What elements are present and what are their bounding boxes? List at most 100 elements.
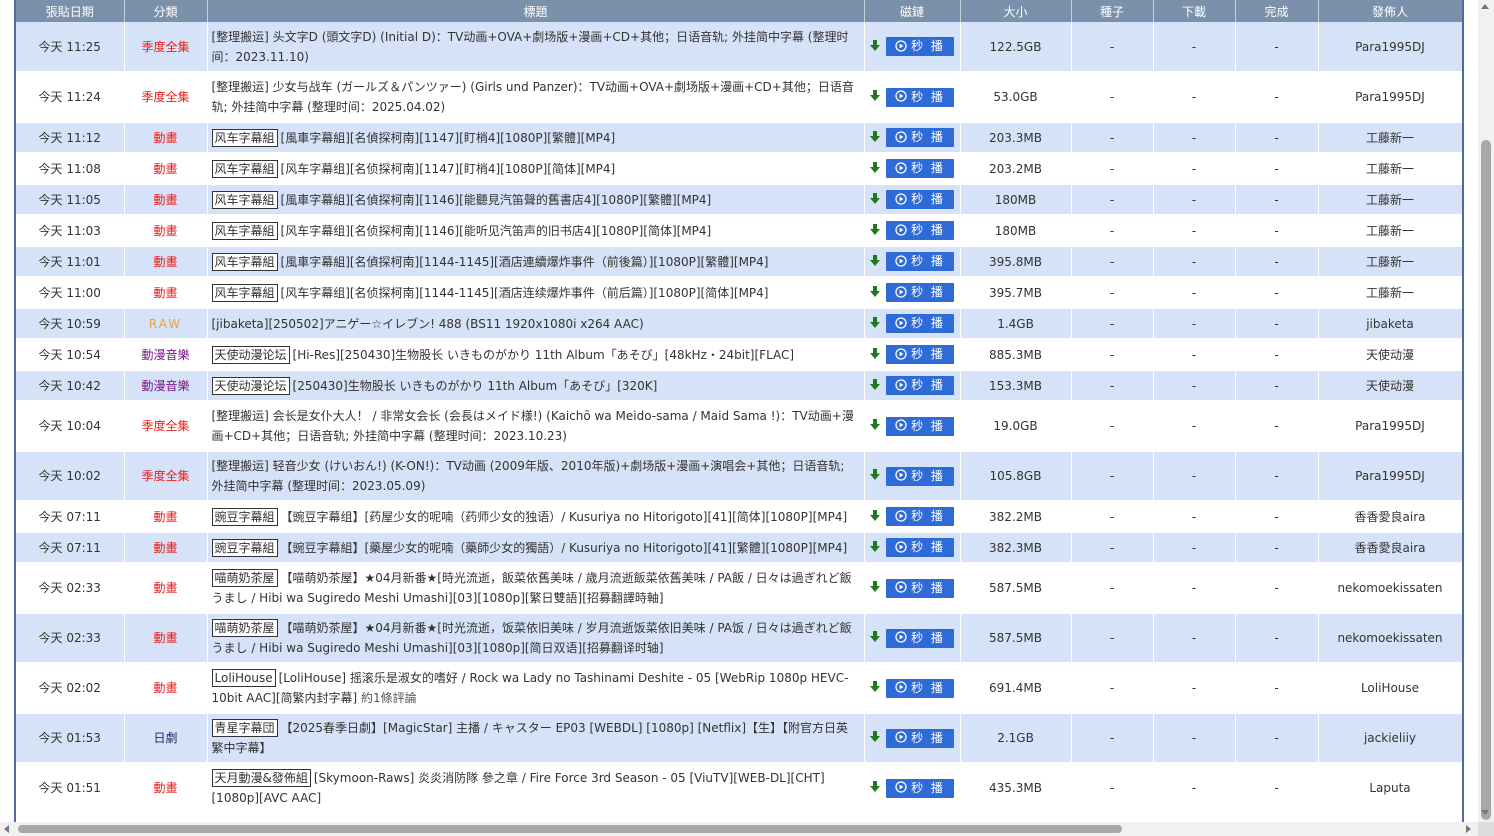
publisher-link[interactable]: 工藤新一 — [1318, 215, 1463, 247]
publisher-link[interactable]: jackieliiy — [1318, 713, 1463, 764]
instant-play-button[interactable]: 秒 播 — [886, 538, 954, 558]
download-arrow-icon[interactable] — [870, 37, 880, 57]
publisher-link[interactable]: nekomoekissaten — [1318, 613, 1463, 664]
publisher-link[interactable]: 天使动漫 — [1318, 370, 1463, 402]
instant-play-button[interactable]: 秒 播 — [886, 628, 954, 648]
title-link[interactable]: [Hi-Res][250430]生物股长 いきものがかり 11th Album「… — [293, 348, 795, 362]
category-link[interactable]: 動畫 — [124, 532, 208, 564]
category-link[interactable]: RAW — [124, 308, 208, 340]
publisher-link[interactable]: 天使动漫 — [1318, 339, 1463, 371]
team-tag[interactable]: 豌豆字幕組 — [211, 507, 278, 526]
download-arrow-icon[interactable] — [870, 159, 880, 179]
title-link[interactable]: [整理搬运] 少女与战车 (ガールズ＆パンツァー) (Girls und Pan… — [212, 80, 854, 114]
download-arrow-icon[interactable] — [870, 376, 880, 396]
scroll-down-arrow-icon[interactable] — [1481, 810, 1489, 815]
category-link[interactable]: 動畫 — [124, 215, 208, 247]
title-link[interactable]: [整理搬运] 头文字D (頭文字D) (Initial D)：TV动画+OVA+… — [212, 30, 849, 64]
category-link[interactable]: 動畫 — [124, 501, 208, 533]
instant-play-button[interactable]: 秒 播 — [886, 283, 954, 303]
team-tag[interactable]: 天使动漫论坛 — [211, 376, 290, 395]
team-tag[interactable]: 喵萌奶茶屋 — [211, 619, 278, 637]
download-arrow-icon[interactable] — [870, 466, 880, 486]
publisher-link[interactable]: Para1995DJ — [1318, 22, 1463, 73]
col-header-size[interactable]: 大小 — [960, 0, 1072, 22]
team-tag[interactable]: 风车字幕組 — [211, 128, 278, 147]
team-tag[interactable]: 豌豆字幕組 — [211, 538, 278, 557]
horizontal-scroll-thumb[interactable] — [18, 825, 1122, 833]
instant-play-button[interactable]: 秒 播 — [886, 466, 954, 486]
publisher-link[interactable]: 工藤新一 — [1318, 184, 1463, 216]
col-header-category[interactable]: 分類 — [124, 0, 208, 22]
instant-play-button[interactable]: 秒 播 — [886, 728, 954, 748]
col-header-title[interactable]: 標題 — [207, 0, 865, 22]
title-link[interactable]: [jibaketa][250502]アニゲー☆イレブン! 488 (BS11 1… — [212, 317, 644, 331]
category-link[interactable]: 動畫 — [124, 122, 208, 154]
publisher-link[interactable]: nekomoekissaten — [1318, 563, 1463, 614]
download-arrow-icon[interactable] — [870, 416, 880, 436]
title-link[interactable]: [整理搬运] 轻音少女 (けいおん!) (K-ON!)：TV动画 (2009年版… — [212, 459, 845, 493]
team-tag[interactable]: 天使动漫论坛 — [211, 345, 290, 364]
publisher-link[interactable]: Laputa — [1318, 763, 1463, 814]
comment-count[interactable]: 約1條評論 — [361, 691, 417, 705]
team-tag[interactable]: 风车字幕組 — [211, 159, 278, 178]
title-link[interactable]: [风车字幕组][名侦探柯南][1144-1145][酒店连续爆炸事件（前后篇）]… — [281, 286, 769, 300]
team-tag[interactable]: LoliHouse — [211, 669, 276, 687]
publisher-link[interactable]: 香香愛良aira — [1318, 532, 1463, 564]
scroll-left-arrow-icon[interactable] — [4, 825, 9, 833]
title-link[interactable]: [風車字幕組][名偵探柯南][1146][能聽見汽笛聲的舊書店4][1080P]… — [281, 193, 712, 207]
category-link[interactable]: 日劇 — [124, 713, 208, 764]
instant-play-button[interactable]: 秒 播 — [886, 678, 954, 698]
title-link[interactable]: [整理搬运] 会长是女仆大人！ / 非常女会长 (会長はメイド様!) (Kaic… — [212, 409, 854, 443]
category-link[interactable]: 季度全集 — [124, 401, 208, 452]
col-header-completed[interactable]: 完成 — [1235, 0, 1319, 22]
title-link[interactable]: 【喵萌奶茶屋】★04月新番★[时光流逝，饭菜依旧美味 / 岁月流逝饭菜依旧美味 … — [212, 621, 852, 655]
publisher-link[interactable]: 工藤新一 — [1318, 277, 1463, 309]
category-link[interactable]: 動畫 — [124, 613, 208, 664]
title-link[interactable]: [LoliHouse] 摇滚乐是淑女的嗜好 / Rock wa Lady no … — [212, 671, 849, 705]
col-header-downloads[interactable]: 下載 — [1153, 0, 1236, 22]
title-link[interactable]: 【豌豆字幕組】[藥屋少女的呢喃（藥師少女的獨語）/ Kusuriya no Hi… — [281, 541, 848, 555]
instant-play-button[interactable]: 秒 播 — [886, 778, 954, 798]
publisher-link[interactable]: LoliHouse — [1318, 663, 1463, 714]
download-arrow-icon[interactable] — [870, 578, 880, 598]
download-arrow-icon[interactable] — [870, 728, 880, 748]
title-link[interactable]: [250430]生物股长 いきものがかり 11th Album「あそび」[320… — [293, 379, 658, 393]
category-link[interactable]: 季度全集 — [124, 72, 208, 123]
title-link[interactable]: 【豌豆字幕组】[药屋少女的呢喃（药师少女的独语）/ Kusuriya no Hi… — [281, 510, 848, 524]
download-arrow-icon[interactable] — [870, 128, 880, 148]
download-arrow-icon[interactable] — [870, 345, 880, 365]
publisher-link[interactable]: jibaketa — [1318, 308, 1463, 340]
instant-play-button[interactable]: 秒 播 — [886, 416, 954, 436]
instant-play-button[interactable]: 秒 播 — [886, 252, 954, 272]
download-arrow-icon[interactable] — [870, 778, 880, 798]
vertical-scroll-thumb[interactable] — [1481, 140, 1491, 820]
instant-play-button[interactable]: 秒 播 — [886, 507, 954, 527]
team-tag[interactable]: 青星字幕団 — [211, 719, 278, 737]
download-arrow-icon[interactable] — [870, 87, 880, 107]
team-tag[interactable]: 风车字幕組 — [211, 190, 278, 209]
instant-play-button[interactable]: 秒 播 — [886, 128, 954, 148]
download-arrow-icon[interactable] — [870, 190, 880, 210]
team-tag[interactable]: 喵萌奶茶屋 — [211, 569, 278, 587]
publisher-link[interactable]: 香香愛良aira — [1318, 501, 1463, 533]
instant-play-button[interactable]: 秒 播 — [886, 190, 954, 210]
publisher-link[interactable]: Para1995DJ — [1318, 72, 1463, 123]
category-link[interactable]: 動畫 — [124, 763, 208, 814]
instant-play-button[interactable]: 秒 播 — [886, 376, 954, 396]
category-link[interactable]: 動畫 — [124, 563, 208, 614]
col-header-date[interactable]: 張貼日期 — [16, 0, 125, 22]
instant-play-button[interactable]: 秒 播 — [886, 221, 954, 241]
scroll-up-arrow-icon[interactable] — [1481, 4, 1489, 9]
category-link[interactable]: 動畫 — [124, 184, 208, 216]
category-link[interactable]: 動畫 — [124, 153, 208, 185]
publisher-link[interactable]: 工藤新一 — [1318, 153, 1463, 185]
instant-play-button[interactable]: 秒 播 — [886, 345, 954, 365]
team-tag[interactable]: 风车字幕組 — [211, 283, 278, 302]
publisher-link[interactable]: 工藤新一 — [1318, 122, 1463, 154]
category-link[interactable]: 動漫音樂 — [124, 339, 208, 371]
category-link[interactable]: 動畫 — [124, 663, 208, 714]
publisher-link[interactable]: Para1995DJ — [1318, 401, 1463, 452]
instant-play-button[interactable]: 秒 播 — [886, 87, 954, 107]
download-arrow-icon[interactable] — [870, 314, 880, 334]
download-arrow-icon[interactable] — [870, 507, 880, 527]
